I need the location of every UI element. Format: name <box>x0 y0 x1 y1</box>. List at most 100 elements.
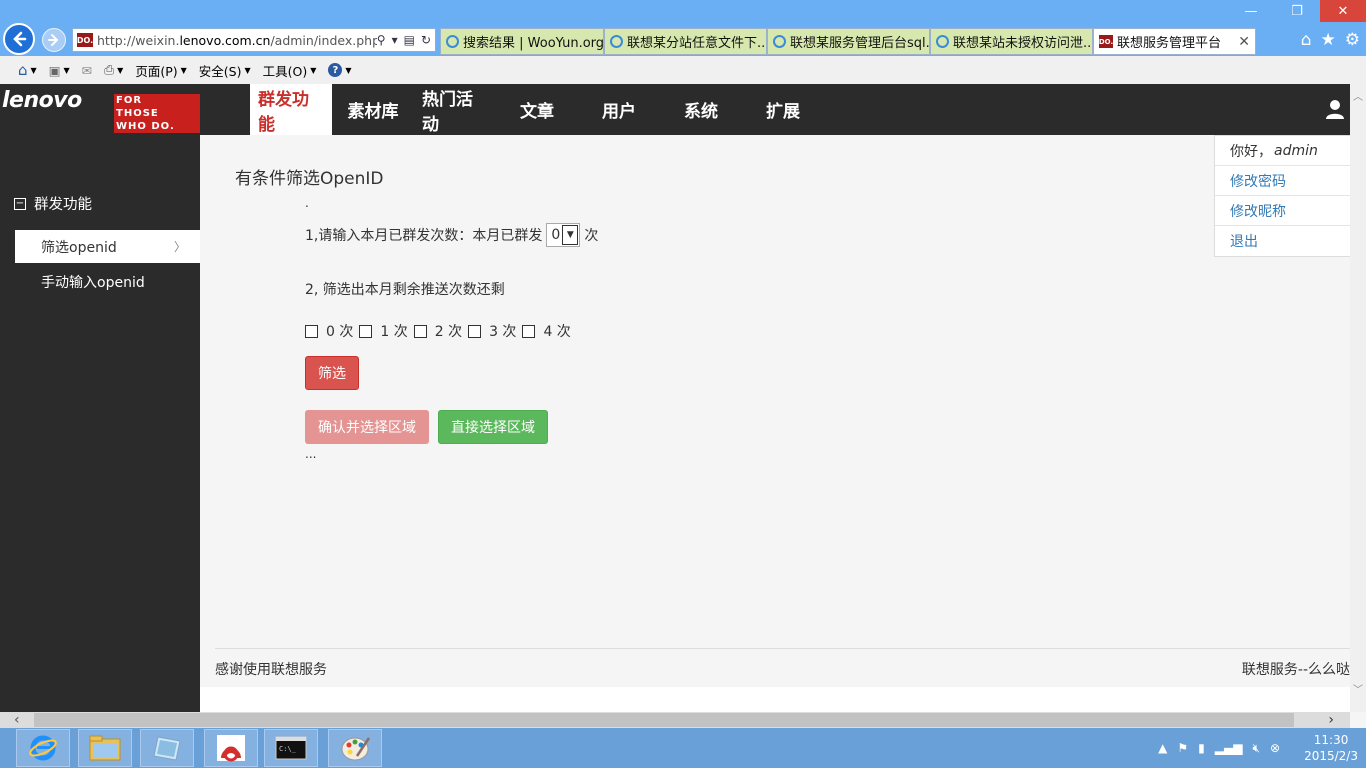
paint-palette-icon <box>341 737 371 761</box>
url-text[interactable]: http://weixin.lenovo.com.cn/admin/index.… <box>97 33 377 48</box>
chevron-down-icon: ▼ <box>180 65 187 75</box>
page-menu[interactable]: 页面(P) ▼ <box>135 61 186 80</box>
chevron-down-icon: ▼ <box>562 225 579 245</box>
ie-icon <box>773 35 786 48</box>
home-icon[interactable]: ⌂ <box>1301 30 1312 50</box>
sidebar-item-filter-openid[interactable]: 筛选openid 〉 <box>15 230 200 263</box>
dot-text: . <box>305 196 309 210</box>
footer-right-text: 联想服务--么么哒 <box>1241 662 1350 678</box>
taskbar-file-explorer[interactable] <box>78 729 132 767</box>
step1-label: 1,请输入本月已群发次数：本月已群发 <box>305 228 543 244</box>
dropdown-chevron-icon[interactable]: ▾ <box>392 33 398 47</box>
collapse-icon: − <box>14 197 26 210</box>
close-circle-icon[interactable]: ⊗ <box>1270 741 1280 755</box>
tab-lenovo-service-platform[interactable]: DO. 联想服务管理平台 ✕ <box>1093 28 1256 55</box>
taskbar-app-3[interactable] <box>140 729 194 767</box>
device-icon[interactable]: ▮ <box>1198 741 1205 755</box>
tools-menu[interactable]: 工具(O) ▼ <box>263 61 317 80</box>
clock-date: 2015/2/3 <box>1304 749 1358 763</box>
compat-view-icon[interactable]: ▤ <box>404 33 415 47</box>
scroll-left-icon[interactable]: ‹ <box>14 712 20 728</box>
lenovo-logo[interactable]: lenovo FOR THOSE WHO DO. <box>0 84 200 135</box>
checkbox-option-2[interactable]: 2 次 <box>413 321 462 341</box>
nav-users[interactable]: 用户 <box>578 84 660 135</box>
scrollbar-thumb[interactable] <box>34 713 1294 727</box>
sidebar-section-header[interactable]: − 群发功能 <box>14 193 92 214</box>
home-menu[interactable]: ⌂ ▼ <box>18 61 37 79</box>
settings-gear-icon[interactable]: ⚙ <box>1345 30 1360 50</box>
network-signal-icon[interactable]: ▂▄▆ <box>1215 741 1243 755</box>
svg-text:C:\_: C:\_ <box>279 745 297 753</box>
taskbar-paint[interactable] <box>328 729 382 767</box>
site-favicon: DO. <box>1099 35 1113 48</box>
checkbox[interactable] <box>468 324 482 338</box>
action-center-flag-icon[interactable]: ⚑ <box>1177 741 1188 755</box>
scroll-up-icon[interactable]: ︿ <box>1353 88 1363 103</box>
footer-divider <box>215 648 1350 649</box>
tab-lenovo-file-download[interactable]: 联想某分站任意文件下... <box>604 28 767 55</box>
change-nickname-link[interactable]: 修改昵称 <box>1215 196 1352 226</box>
checkbox[interactable] <box>305 324 318 338</box>
minimize-button[interactable]: — <box>1228 0 1274 22</box>
close-window-button[interactable]: ✕ <box>1320 0 1366 22</box>
safety-menu[interactable]: 安全(S) ▼ <box>199 61 251 80</box>
refresh-icon[interactable]: ↻ <box>421 33 431 47</box>
checkbox-option-3[interactable]: 3 次 <box>468 321 516 341</box>
filter-button[interactable]: 筛选 <box>305 356 359 390</box>
change-password-link[interactable]: 修改密码 <box>1215 166 1352 196</box>
forward-arrow-icon <box>48 34 59 46</box>
nav-system[interactable]: 系统 <box>660 84 742 135</box>
close-tab-icon[interactable]: ✕ <box>1238 34 1250 50</box>
nav-mass-send[interactable]: 群发功能 <box>250 84 332 135</box>
horizontal-scrollbar[interactable]: ‹ › <box>0 712 1350 728</box>
nav-materials[interactable]: 素材库 <box>332 84 414 135</box>
mail-button[interactable]: ✉ <box>82 63 92 78</box>
checkbox-option-0[interactable]: 0 次 <box>305 321 353 341</box>
checkbox[interactable] <box>413 324 427 338</box>
step1-row: 1,请输入本月已群发次数：本月已群发 0 ▼ 次 <box>305 223 598 247</box>
step1-suffix: 次 <box>584 228 599 244</box>
ie-icon <box>446 35 459 48</box>
search-icon[interactable]: ⚲ <box>377 33 386 47</box>
logout-link[interactable]: 退出 <box>1215 226 1352 256</box>
sent-count-select[interactable]: 0 ▼ <box>546 223 581 247</box>
taskbar-command-prompt[interactable]: C:\_ <box>264 729 318 767</box>
window-controls: — ❐ ✕ <box>1228 0 1366 22</box>
help-menu[interactable]: ? ▼ <box>328 63 352 77</box>
page-title: 有条件筛选OpenID <box>235 169 384 189</box>
internet-explorer-icon <box>29 735 57 761</box>
forward-button[interactable] <box>42 28 66 52</box>
feeds-menu[interactable]: ▣ ▼ <box>49 63 70 78</box>
scroll-down-icon[interactable]: ﹀ <box>1353 681 1363 696</box>
volume-muted-icon[interactable]: 🔇︎ <box>1252 741 1260 756</box>
tab-lenovo-unauthorized[interactable]: 联想某站未授权访问泄... <box>930 28 1093 55</box>
direct-select-region-button[interactable]: 直接选择区域 <box>438 410 548 444</box>
user-icon[interactable] <box>1324 98 1346 120</box>
command-bar: ⌂ ▼ ▣ ▼ ✉ ⎙ ▼ 页面(P) ▼ 安全(S) ▼ 工具(O) ▼ ? ▼ <box>0 56 1366 85</box>
checkbox[interactable] <box>522 324 536 338</box>
taskbar-ie[interactable] <box>16 729 70 767</box>
tab-wooyun-search[interactable]: 搜索结果 | WooYun.org <box>440 28 604 55</box>
print-menu[interactable]: ⎙ ▼ <box>104 62 123 78</box>
clock[interactable]: 11:30 2015/2/3 <box>1304 732 1358 764</box>
scroll-right-icon[interactable]: › <box>1328 712 1334 728</box>
back-button[interactable] <box>3 23 35 55</box>
checkbox-option-1[interactable]: 1 次 <box>359 321 408 341</box>
checkbox[interactable] <box>359 324 373 338</box>
vertical-scrollbar[interactable]: ︿ ﹀ <box>1350 84 1366 712</box>
content-bottom-strip <box>200 687 1350 713</box>
tab-lenovo-sql[interactable]: 联想某服务管理后台sql... <box>767 28 930 55</box>
nav-articles[interactable]: 文章 <box>496 84 578 135</box>
taskbar-app-4[interactable] <box>204 729 258 767</box>
confirm-select-region-button[interactable]: 确认并选择区域 <box>305 410 429 444</box>
nav-hot-activities[interactable]: 热门活动 <box>414 84 496 135</box>
show-hidden-icons-icon[interactable]: ▲ <box>1158 741 1167 755</box>
restore-button[interactable]: ❐ <box>1274 0 1320 22</box>
sidebar-item-manual-openid[interactable]: 手动输入openid <box>41 272 145 292</box>
address-bar[interactable]: DO. http://weixin.lenovo.com.cn/admin/in… <box>72 28 436 52</box>
nav-extensions[interactable]: 扩展 <box>742 84 824 135</box>
step2-label: 2, 筛选出本月剩余推送次数还剩 <box>305 282 505 298</box>
chevron-down-icon: ▼ <box>117 65 124 75</box>
checkbox-option-4[interactable]: 4 次 <box>522 321 571 341</box>
favorites-star-icon[interactable]: ★ <box>1321 30 1336 50</box>
